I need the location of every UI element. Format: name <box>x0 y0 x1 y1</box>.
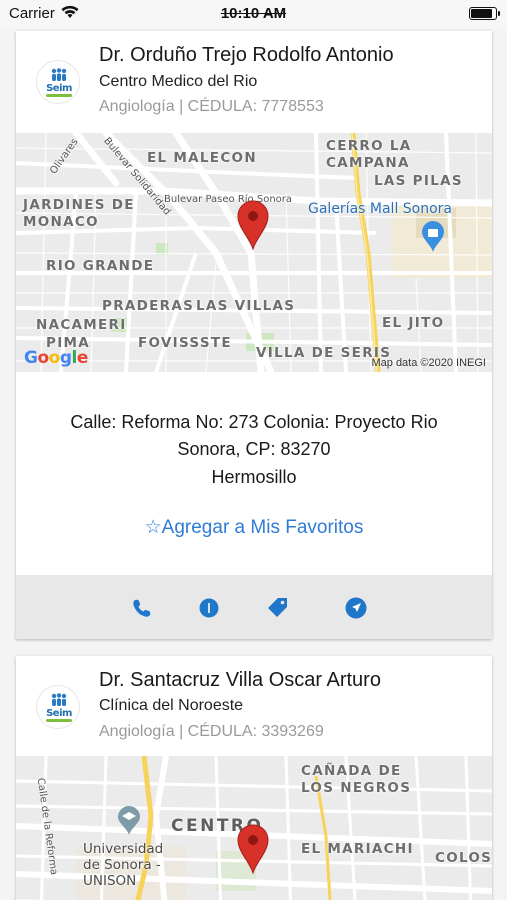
city-text: Hermosillo <box>211 467 297 487</box>
map-credit: Map data ©2020 INEGI <box>371 357 486 369</box>
navigation-icon[interactable] <box>343 595 369 621</box>
map-label-paseo-rio: Bulevar Paseo Río Sonora <box>164 194 293 205</box>
logo-swoosh <box>46 719 72 722</box>
clock-icon[interactable] <box>196 595 222 621</box>
map-label-galerias: Galerías Mall Sonora <box>308 201 453 217</box>
people-icon <box>51 693 67 706</box>
doctor-name: Dr. Orduño Trejo Rodolfo Antonio <box>99 44 394 66</box>
location-map[interactable]: Olivares Bulevar Solidaridad Bulevar Pas… <box>16 133 492 372</box>
map-label-las-pilas: LAS PILAS <box>374 173 463 189</box>
map-label-colos: COLOS <box>435 850 492 866</box>
map-label-el-jito: EL JITO <box>382 315 445 331</box>
google-logo: Google <box>24 348 88 368</box>
add-favorite-link[interactable]: ☆Agregar a Mis Favoritos <box>16 516 492 539</box>
map-label-fovissste: FOVISSSTE <box>138 335 232 351</box>
specialty-license: Angiología | CÉDULA: 3393269 <box>99 723 324 740</box>
logo-text: Seim <box>46 708 72 719</box>
tag-icon[interactable] <box>264 595 290 621</box>
school-pin-icon <box>118 806 140 835</box>
doctor-card-header[interactable]: Seim Dr. Santacruz Villa Oscar Arturo Cl… <box>16 656 492 756</box>
doctor-name: Dr. Santacruz Villa Oscar Arturo <box>99 669 381 691</box>
map-label-praderas: PRADERAS <box>102 298 195 314</box>
map-label-rio-grande: RIO GRANDE <box>46 258 155 274</box>
map-label-las-villas: LAS VILLAS <box>196 298 296 314</box>
action-bar <box>16 575 492 639</box>
status-time: 10:10 AM <box>220 5 287 22</box>
map-label-el-mariachi: EL MARIACHI <box>301 841 414 857</box>
map-label-el-malecon: EL MALECON <box>147 150 257 166</box>
logo-text: Seim <box>46 83 72 94</box>
map-label-nacameri: NACAMERI <box>36 317 127 333</box>
clinic-logo: Seim <box>36 685 80 729</box>
doctor-card[interactable]: Seim Dr. Orduño Trejo Rodolfo Antonio Ce… <box>16 31 492 639</box>
clinic-name: Centro Medico del Rio <box>99 73 258 90</box>
map-pin-icon[interactable] <box>236 824 270 874</box>
people-icon <box>51 68 67 81</box>
specialty-license: Angiología | CÉDULA: 7778553 <box>99 98 324 115</box>
battery-icon <box>469 7 500 20</box>
map-label-unison: Universidad de Sonora - UNISON <box>83 841 164 889</box>
logo-swoosh <box>46 94 72 97</box>
map-pin-icon[interactable] <box>236 200 270 250</box>
clinic-name: Clínica del Noroeste <box>99 697 244 714</box>
map-label-canada: CAÑADA DE LOS NEGROS <box>301 763 412 796</box>
clinic-logo: Seim <box>36 60 80 104</box>
doctor-card-header[interactable]: Seim Dr. Orduño Trejo Rodolfo Antonio Ce… <box>16 31 492 133</box>
status-bar: Carrier 10:10 AM <box>0 0 507 28</box>
shopping-pin-icon <box>422 221 444 252</box>
phone-icon[interactable] <box>129 595 155 621</box>
doctor-card[interactable]: Seim Dr. Santacruz Villa Oscar Arturo Cl… <box>16 656 492 900</box>
map-label-cerro-la-campana: CERRO LA CAMPANA <box>326 138 412 171</box>
map-label-jardines: JARDINES DE MONACO <box>23 197 135 230</box>
location-map[interactable]: Calle de la Reforma CAÑADA DE LOS NEGROS … <box>16 756 492 900</box>
address-text: Calle: Reforma No: 273 Colonia: Proyecto… <box>70 412 438 459</box>
